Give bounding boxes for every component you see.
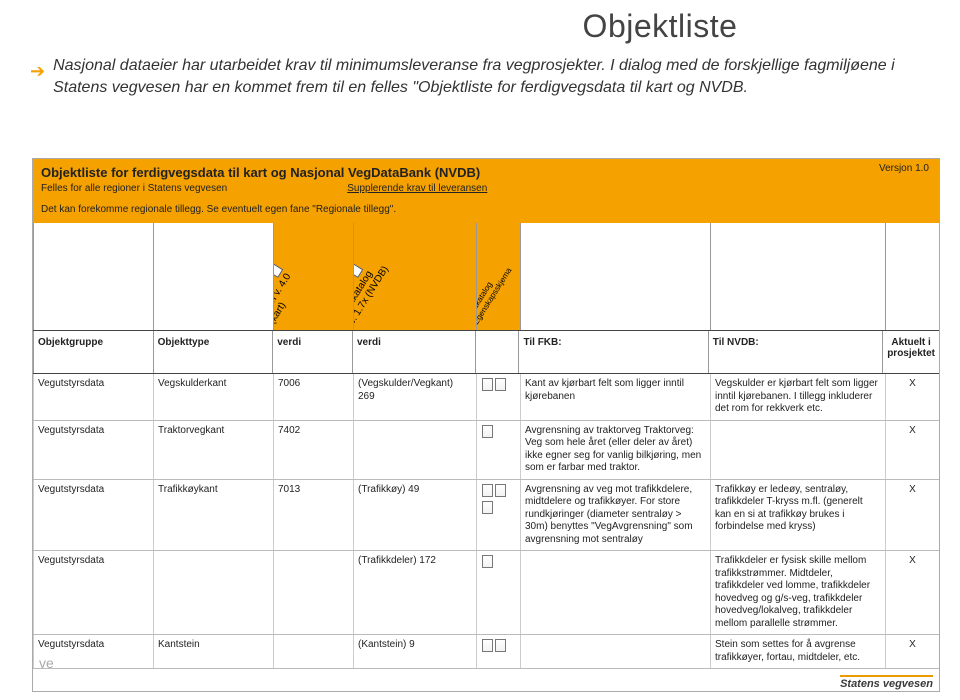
doc-title: Objektliste for ferdigvegsdata til kart … <box>41 165 931 181</box>
document-icon[interactable] <box>482 555 493 568</box>
col-objekttype: Objekttype <box>153 331 273 373</box>
svv-logo: Statens vegvesen <box>840 675 933 690</box>
table-header-row: Objektgruppe Objekttype verdi verdi Til … <box>33 331 939 374</box>
document-icon[interactable] <box>495 639 506 652</box>
table-row: VegutstyrsdataTrafikkøykant7013(Trafikkø… <box>33 480 939 552</box>
table-row: VegutstyrsdataTraktorvegkant7402Avgrensn… <box>33 421 939 480</box>
col-verdi1: verdi <box>272 331 352 373</box>
embedded-spreadsheet: Versjon 1.0 Objektliste for ferdigvegsda… <box>32 158 940 692</box>
intro-text: Nasjonal dataeier har utarbeidet krav ti… <box>53 55 920 98</box>
col-aktuelt: Aktuelt i prosjektet <box>882 331 939 373</box>
diag-sosi2: SOSI Datakatalog Egenskapsskjema <box>476 223 520 330</box>
slide-title: Objektliste <box>360 8 960 45</box>
diag-datakatalog: Datakatalog v. 1.7x (NVDB) <box>353 223 476 330</box>
truncated-text: ve <box>39 655 54 671</box>
col-objektgruppe: Objektgruppe <box>33 331 153 373</box>
document-icon[interactable] <box>482 501 493 514</box>
col-nvdb: Til NVDB: <box>708 331 882 373</box>
intro-block: ➔ Nasjonal dataeier har utarbeidet krav … <box>0 55 960 98</box>
note-text: Det kan forekomme regionale tillegg. Se … <box>41 204 931 215</box>
col-verdi2: verdi <box>352 331 475 373</box>
doc-header-band: Versjon 1.0 Objektliste for ferdigvegsda… <box>33 159 939 223</box>
document-icon[interactable] <box>482 639 493 652</box>
arrow-icon: ➔ <box>30 59 45 83</box>
supplerende-link[interactable]: Supplerende krav til leveransen <box>347 183 487 194</box>
document-icon[interactable] <box>495 378 506 391</box>
diag-sosi: SOSI v. 4.0 (kart) <box>273 223 353 330</box>
diagonal-header-band: SOSI v. 4.0 (kart) Datakatalog v. 1.7x (… <box>33 223 939 331</box>
table-row: Vegutstyrsdata(Trafikkdeler) 172Trafikkd… <box>33 551 939 635</box>
table-row: VegutstyrsdataKantstein(Kantstein) 9Stei… <box>33 635 939 669</box>
version-label: Versjon 1.0 <box>879 163 929 174</box>
document-icon[interactable] <box>482 425 493 438</box>
document-icon[interactable] <box>495 484 506 497</box>
document-icon[interactable] <box>482 484 493 497</box>
col-fkb: Til FKB: <box>518 331 707 373</box>
table-row: VegutstyrsdataVegskulderkant7006(Vegskul… <box>33 374 939 421</box>
document-icon[interactable] <box>482 378 493 391</box>
felles-text: Felles for alle regioner i Statens vegve… <box>41 183 227 194</box>
